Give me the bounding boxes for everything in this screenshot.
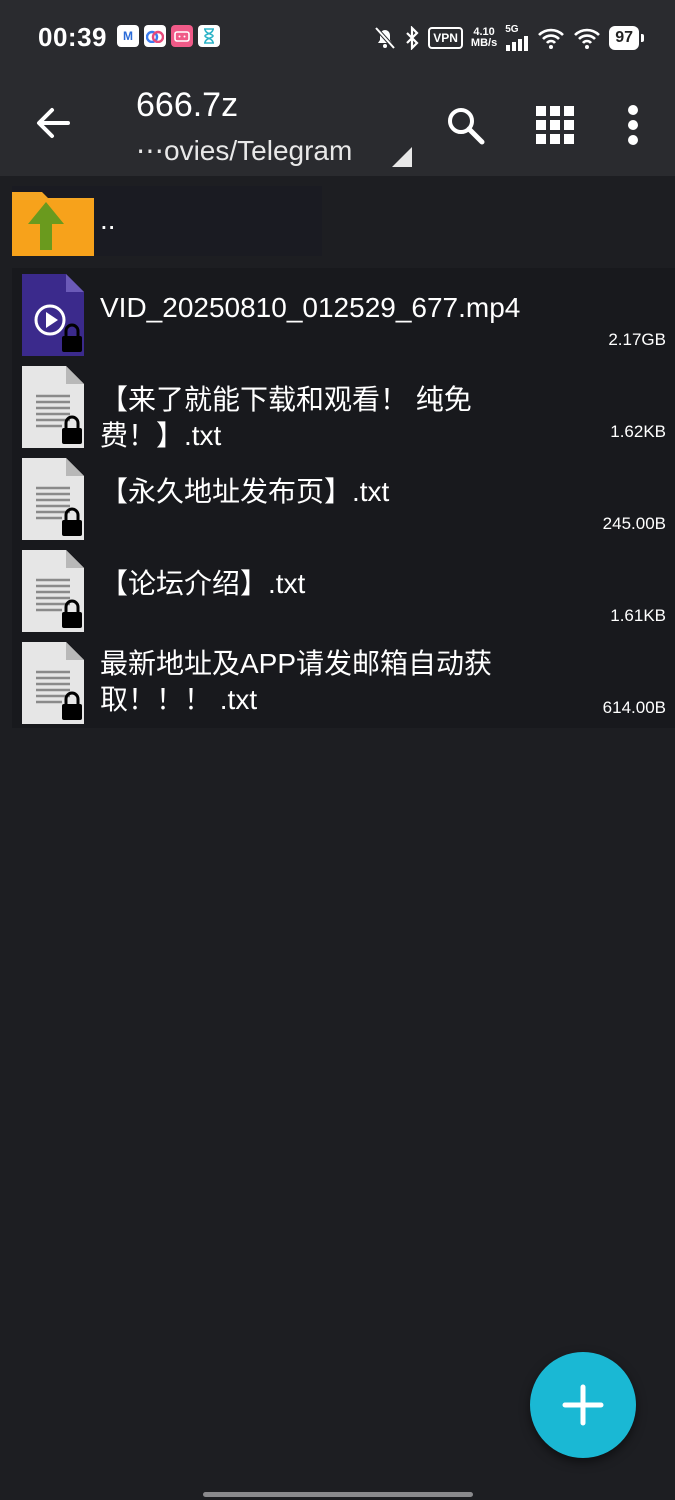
file-size: 1.62KB <box>610 422 666 441</box>
gmail-icon: M <box>117 25 139 47</box>
more-options-button[interactable] <box>610 100 656 150</box>
add-fab-button[interactable] <box>530 1352 636 1458</box>
file-row[interactable]: 【论坛介绍】.txt 1.61KB <box>12 544 675 636</box>
home-indicator[interactable] <box>203 1492 473 1497</box>
app-toolbar: 666.7z ⋯ovies/Telegram <box>0 76 675 176</box>
vpn-badge: VPN <box>428 27 463 49</box>
file-row[interactable]: 【永久地址发布页】.txt 245.00B <box>12 452 675 544</box>
file-row[interactable]: VID_20250810_012529_677.mp4 2.17GB <box>12 268 675 360</box>
parent-directory-row[interactable]: .. <box>12 176 675 268</box>
bluetooth-icon <box>406 26 419 50</box>
system-icons: VPN 4.10 MB/s 5G 97 <box>374 22 644 54</box>
file-row[interactable]: 最新地址及APP请发邮箱自动获取！！！ .txt 614.00B <box>12 636 675 728</box>
mute-bell-icon <box>374 26 396 50</box>
notification-icons: M <box>117 25 220 47</box>
video-file-icon <box>22 274 84 356</box>
back-button[interactable] <box>30 100 76 146</box>
bilibili-icon <box>171 25 193 47</box>
hourglass-icon <box>198 25 220 47</box>
file-size: 2.17GB <box>608 330 666 349</box>
more-vert-icon <box>628 105 638 145</box>
path-dropdown-icon[interactable] <box>392 147 412 167</box>
wifi-icon-secondary <box>574 28 601 49</box>
text-file-icon <box>22 642 84 724</box>
text-file-icon <box>22 550 84 632</box>
folder-up-icon <box>12 192 94 256</box>
file-row[interactable]: 【来了就能下载和观看！ 纯免费！】.txt 1.62KB <box>12 360 675 452</box>
file-name: VID_20250810_012529_677.mp4 <box>100 292 521 323</box>
search-button[interactable] <box>442 100 488 150</box>
network-speed: 4.10 MB/s <box>471 27 497 49</box>
arrow-left-icon <box>37 108 70 138</box>
archive-title: 666.7z <box>136 86 239 124</box>
file-name: 【永久地址发布页】.txt <box>100 476 390 507</box>
status-time: 00:39 <box>38 22 107 52</box>
cellular-signal: 5G <box>505 25 529 51</box>
file-size: 614.00B <box>602 698 666 717</box>
search-icon <box>448 108 485 145</box>
screen: 00:39 M VPN 4.10 MB/s 5G 97 666.7z ⋯ovie… <box>0 0 675 1500</box>
grid-icon <box>536 106 574 144</box>
network-type: 5G <box>505 24 519 35</box>
status-bar: 00:39 M VPN 4.10 MB/s 5G 97 <box>0 0 675 76</box>
path-breadcrumb[interactable]: ⋯ovies/Telegram <box>136 134 352 167</box>
signal-bars-icon <box>506 36 529 51</box>
text-file-icon <box>22 366 84 448</box>
battery-indicator: 97 <box>609 26 644 50</box>
file-size: 245.00B <box>602 514 666 533</box>
grid-view-button[interactable] <box>532 100 578 150</box>
baidu-netdisk-icon <box>144 25 166 47</box>
file-name: 【来了就能下载和观看！ 纯免费！】.txt <box>100 384 472 451</box>
text-file-icon <box>22 458 84 540</box>
file-list: .. VID_20250810_012529_677.mp4 2.17GB 【来… <box>0 176 675 728</box>
file-size: 1.61KB <box>610 606 666 625</box>
wifi-icon <box>538 28 565 49</box>
parent-directory-label: .. <box>100 204 116 235</box>
plus-icon <box>562 1384 604 1426</box>
speed-unit: MB/s <box>470 37 498 49</box>
file-name: 【论坛介绍】.txt <box>100 568 306 599</box>
file-name: 最新地址及APP请发邮箱自动获取！！！ .txt <box>100 648 493 715</box>
